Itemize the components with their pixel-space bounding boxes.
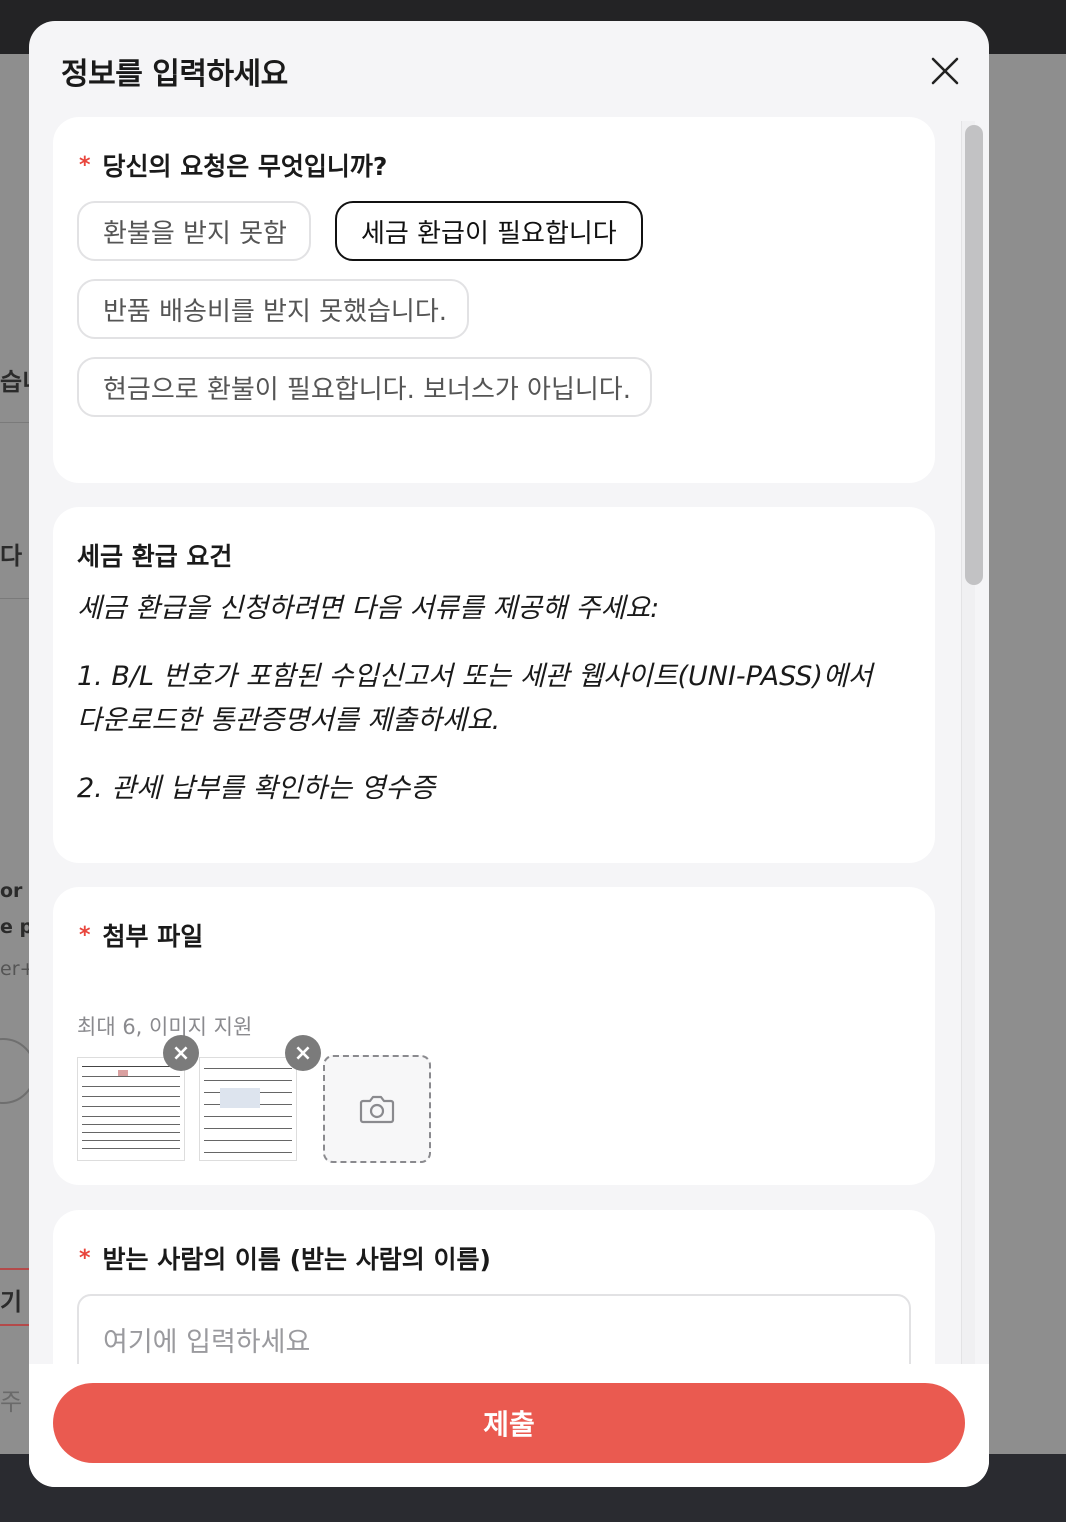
remove-attachment-button[interactable]: × xyxy=(285,1035,321,1071)
close-icon xyxy=(931,57,959,85)
scrollbar-thumb[interactable] xyxy=(965,125,983,585)
background-text: 다 xyxy=(0,542,23,570)
requirements-card: 세금 환급 요건 세금 환급을 신청하려면 다음 서류를 제공해 주세요: 1.… xyxy=(53,507,935,863)
remove-attachment-button[interactable]: × xyxy=(163,1035,199,1071)
attachment-thumbnail[interactable] xyxy=(199,1057,297,1161)
modal-title: 정보를 입력하세요 xyxy=(61,57,288,92)
option-tax-refund[interactable]: 세금 환급이 필요합니다 xyxy=(335,201,643,261)
option-no-refund[interactable]: 환불을 받지 못함 xyxy=(77,201,311,261)
attachment-thumbnail[interactable] xyxy=(77,1057,185,1161)
submit-button[interactable]: 제출 xyxy=(53,1383,965,1463)
attachments-label: * 첨부 파일 xyxy=(79,917,203,953)
option-cash-refund[interactable]: 현금으로 환불이 필요합니다. 보너스가 아닙니다. xyxy=(77,357,652,417)
required-mark: * xyxy=(79,152,91,178)
modal-content[interactable]: * 당신의 요청은 무엇입니까? 환불을 받지 못함 세금 환급이 필요합니다 … xyxy=(29,117,989,1364)
request-card: * 당신의 요청은 무엇입니까? 환불을 받지 못함 세금 환급이 필요합니다 … xyxy=(53,117,935,483)
requirements-item-1-line-2: 다운로드한 통관증명서를 제출하세요. xyxy=(77,705,501,736)
required-mark: * xyxy=(79,1245,91,1271)
recipient-label: * 받는 사람의 이름 (받는 사람의 이름) xyxy=(79,1240,491,1276)
request-label: * 당신의 요청은 무엇입니까? xyxy=(79,147,387,183)
close-button[interactable] xyxy=(925,51,965,91)
background-box xyxy=(0,1268,32,1326)
request-label-text: 당신의 요청은 무엇입니까? xyxy=(102,152,388,181)
modal-footer: 제출 xyxy=(29,1364,989,1487)
info-modal: 정보를 입력하세요 * 당신의 요청은 무엇입니까? 환불을 받지 못함 세금 … xyxy=(29,21,989,1487)
option-return-shipping[interactable]: 반품 배송비를 받지 못했습니다. xyxy=(77,279,469,339)
background-divider xyxy=(0,598,30,599)
recipient-label-text: 받는 사람의 이름 (받는 사람의 이름) xyxy=(102,1245,491,1274)
attachments-hint: 최대 6, 이미지 지원 xyxy=(77,1015,253,1039)
requirements-item-1-line-1: 1. B/L 번호가 포함된 수입신고서 또는 세관 웹사이트(UNI-PASS… xyxy=(77,661,873,692)
recipient-card: * 받는 사람의 이름 (받는 사람의 이름) 여기에 입력하세요 xyxy=(53,1210,935,1364)
requirements-item-2: 2. 관세 납부를 확인하는 영수증 xyxy=(77,773,436,804)
upload-image-button[interactable] xyxy=(323,1055,431,1163)
background-text: 주 xyxy=(0,1388,23,1416)
background-divider xyxy=(0,422,30,423)
attachments-label-text: 첨부 파일 xyxy=(102,922,204,951)
required-mark: * xyxy=(79,922,91,948)
modal-header: 정보를 입력하세요 xyxy=(29,21,989,117)
requirements-intro: 세금 환급을 신청하려면 다음 서류를 제공해 주세요: xyxy=(77,593,660,624)
attachments-card: * 첨부 파일 최대 6, 이미지 지원 × × xyxy=(53,887,935,1185)
recipient-name-input[interactable]: 여기에 입력하세요 xyxy=(77,1294,911,1364)
requirements-title: 세금 환급 요건 xyxy=(77,542,233,571)
camera-icon xyxy=(359,1095,395,1124)
